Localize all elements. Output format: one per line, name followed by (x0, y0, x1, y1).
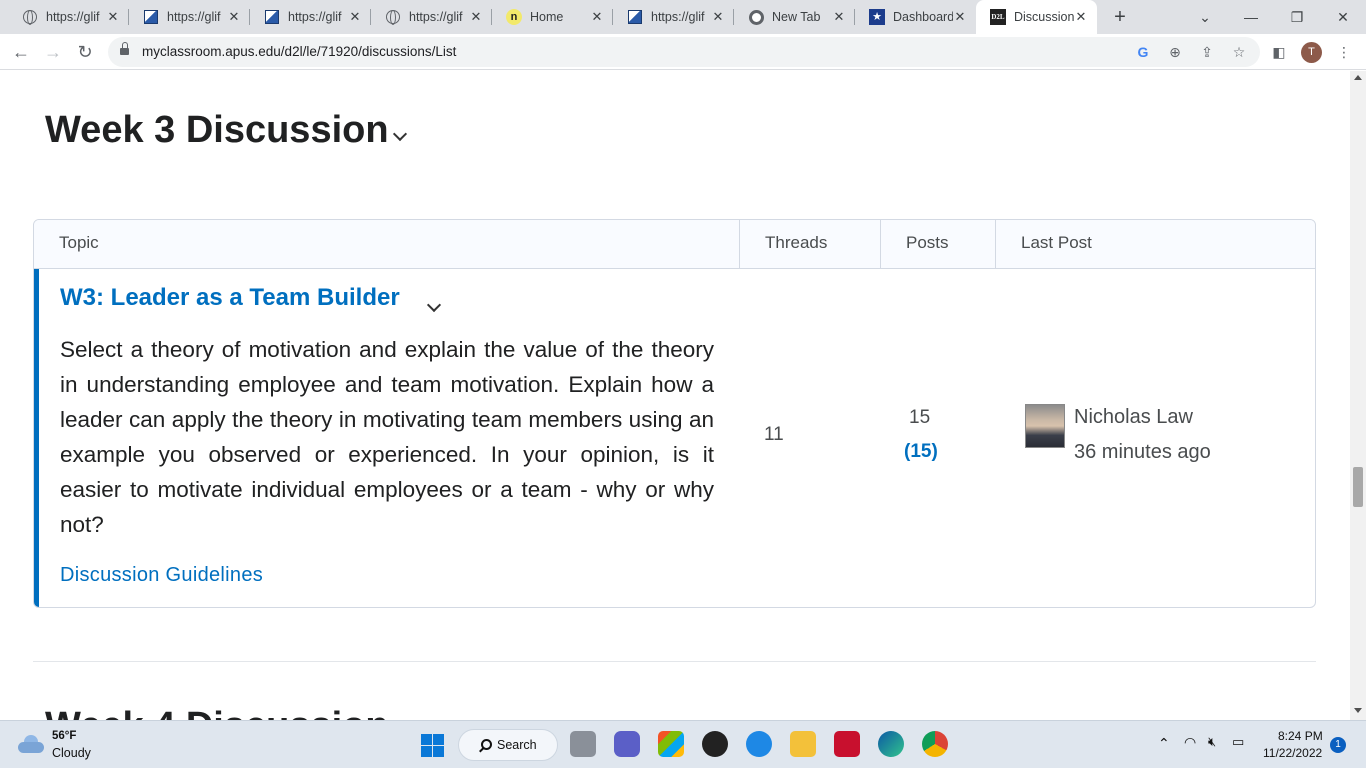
browser-tab[interactable]: https://glif ✕ (250, 0, 371, 34)
new-tab-button[interactable]: + (1108, 5, 1132, 29)
weather-temperature[interactable]: 56°F (52, 730, 76, 742)
clock-date[interactable]: 11/22/2022 (1263, 746, 1322, 760)
close-tab-icon[interactable]: ✕ (468, 9, 484, 25)
mcafee-icon[interactable] (834, 731, 860, 757)
clock-time[interactable]: 8:24 PM (1278, 729, 1323, 743)
image-icon (627, 9, 643, 25)
teams-chat-icon[interactable] (614, 731, 640, 757)
windows-taskbar: 56°F Cloudy Search ⌃ ◠ 🔇︎ ▭ 8:24 PM 11/2… (0, 720, 1366, 768)
week4-heading: Week 4 Discussion (45, 705, 389, 720)
image-icon (143, 9, 159, 25)
close-tab-icon[interactable]: ✕ (589, 9, 605, 25)
tab-search-icon[interactable]: ⌄ (1182, 0, 1228, 34)
battery-icon[interactable]: ▭ (1232, 734, 1244, 750)
forward-button[interactable]: → (40, 39, 66, 65)
store-icon[interactable] (658, 731, 684, 757)
chrome-taskbar-icon[interactable] (922, 731, 948, 757)
volume-muted-icon[interactable]: 🔇︎ (1208, 734, 1216, 750)
url-text[interactable]: myclassroom.apus.edu/d2l/le/71920/discus… (142, 37, 456, 67)
browser-tab-strip: https://glif ✕ https://glif ✕ https://gl… (0, 0, 1366, 34)
week3-heading: Week 3 Discussion (45, 109, 389, 151)
scroll-thumb[interactable] (1353, 467, 1363, 507)
globe-icon (385, 9, 401, 25)
author-avatar (1025, 404, 1065, 448)
browser-tab[interactable]: https://glif ✕ (371, 0, 492, 34)
close-tab-icon[interactable]: ✕ (105, 9, 121, 25)
cloud-icon[interactable] (18, 735, 44, 753)
close-tab-icon[interactable]: ✕ (226, 9, 242, 25)
unread-posts-link[interactable]: (15) (904, 441, 938, 463)
zoom-icon[interactable]: ⊕ (1166, 43, 1184, 61)
threads-count: 11 (764, 424, 784, 445)
task-view-icon[interactable] (570, 731, 596, 757)
column-header-posts: Posts (880, 220, 995, 268)
share-icon[interactable]: ⇪ (1198, 43, 1216, 61)
wifi-icon[interactable]: ◠ (1184, 734, 1196, 751)
browser-tab[interactable]: https://glif ✕ (8, 0, 129, 34)
image-icon (264, 9, 280, 25)
close-window-button[interactable]: ✕ (1320, 0, 1366, 34)
google-translate-icon[interactable]: G (1134, 43, 1152, 61)
close-tab-icon[interactable]: ✕ (831, 9, 847, 25)
table-header: Topic Threads Posts Last Post (34, 220, 1315, 269)
globe-icon (22, 9, 38, 25)
browser-tab[interactable]: ★ Dashboard ✕ (855, 0, 976, 34)
column-header-threads: Threads (739, 220, 880, 268)
browser-tab-active[interactable]: D2L Discussion ✕ (976, 0, 1097, 34)
close-tab-icon[interactable]: ✕ (952, 9, 968, 25)
browser-tab[interactable]: n Home ✕ (492, 0, 613, 34)
topic-description: Select a theory of motivation and explai… (60, 337, 714, 537)
section-divider (33, 661, 1316, 662)
topic-title-link[interactable]: W3: Leader as a Team Builder (60, 284, 400, 312)
chevron-down-icon[interactable] (393, 129, 407, 143)
help-icon[interactable] (746, 731, 772, 757)
browser-tab[interactable]: New Tab ✕ (734, 0, 855, 34)
page-scrollbar[interactable] (1350, 71, 1366, 720)
restore-button[interactable]: ❐ (1274, 0, 1320, 34)
address-bar[interactable]: myclassroom.apus.edu/d2l/le/71920/discus… (108, 37, 1260, 67)
browser-toolbar: ← → ↻ myclassroom.apus.edu/d2l/le/71920/… (0, 34, 1366, 70)
discussion-guidelines-link[interactable]: Discussion Guidelines (60, 564, 263, 587)
menu-icon[interactable]: ⋮ (1334, 42, 1354, 62)
chrome-icon (748, 9, 764, 25)
scroll-down-arrow-icon[interactable] (1354, 708, 1362, 713)
topic-chevron-down-icon[interactable] (427, 300, 441, 314)
close-tab-icon[interactable]: ✕ (347, 9, 363, 25)
weather-condition[interactable]: Cloudy (52, 746, 91, 760)
scroll-up-arrow-icon[interactable] (1354, 75, 1362, 80)
file-explorer-icon[interactable] (790, 731, 816, 757)
tray-chevron-up-icon[interactable]: ⌃ (1158, 735, 1170, 752)
search-icon (481, 739, 492, 750)
close-tab-icon[interactable]: ✕ (1073, 9, 1089, 25)
reload-button[interactable]: ↻ (72, 39, 98, 65)
notification-badge[interactable]: 1 (1330, 737, 1346, 753)
bookmark-star-icon[interactable]: ☆ (1230, 43, 1248, 61)
page-content: Week 3 Discussion Topic Threads Posts La… (0, 71, 1350, 720)
column-header-last-post: Last Post (995, 220, 1315, 268)
lock-icon[interactable] (120, 42, 129, 57)
discussion-topic-table: Topic Threads Posts Last Post W3: Leader… (33, 219, 1316, 608)
close-tab-icon[interactable]: ✕ (710, 9, 726, 25)
search-label: Search (497, 738, 537, 752)
back-button[interactable]: ← (8, 39, 34, 65)
windows-start-icon[interactable] (421, 734, 444, 757)
row-accent-bar (34, 269, 39, 607)
minimize-button[interactable]: — (1228, 0, 1274, 34)
github-icon[interactable] (702, 731, 728, 757)
posts-count: 15 (909, 407, 931, 428)
star-icon: ★ (869, 9, 885, 25)
profile-avatar[interactable]: T (1301, 42, 1322, 63)
edge-icon[interactable] (878, 731, 904, 757)
side-panel-icon[interactable]: ◧ (1269, 42, 1289, 62)
last-post-time: 36 minutes ago (1074, 441, 1211, 463)
column-header-topic: Topic (59, 233, 99, 252)
browser-tab[interactable]: https://glif ✕ (613, 0, 734, 34)
n-logo-icon: n (506, 9, 522, 25)
d2l-icon: D2L (990, 9, 1006, 25)
last-post-author: Nicholas Law (1074, 406, 1193, 428)
taskbar-search[interactable]: Search (458, 729, 558, 761)
browser-tab[interactable]: https://glif ✕ (129, 0, 250, 34)
